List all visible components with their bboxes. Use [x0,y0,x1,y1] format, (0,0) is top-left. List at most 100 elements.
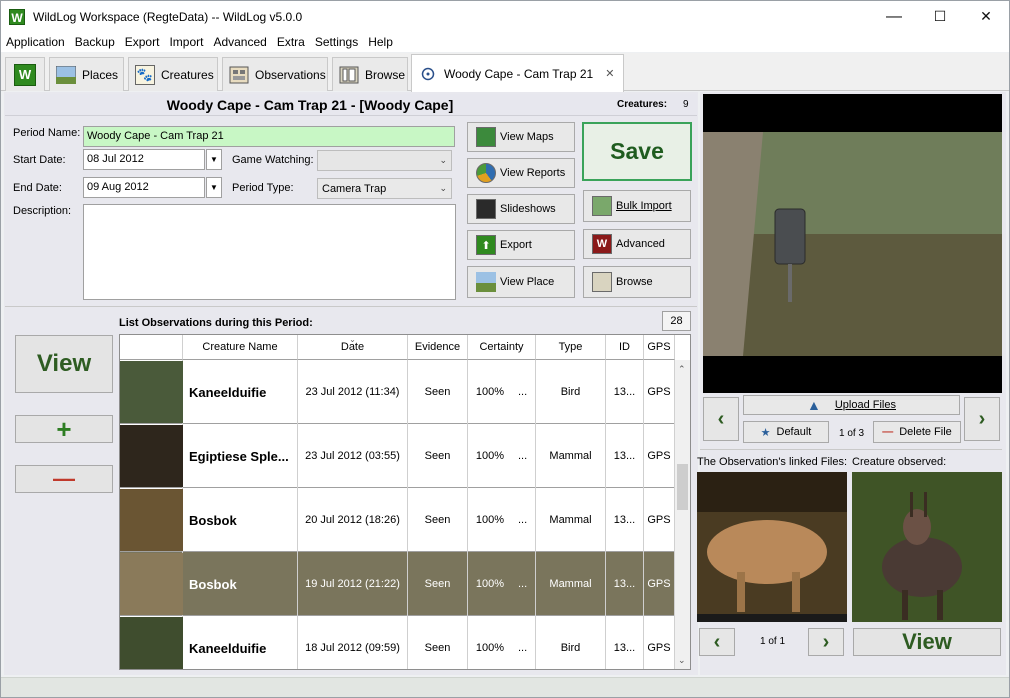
observation-thumbnail-image[interactable] [120,361,183,423]
column-header-creature[interactable]: Creature Name [183,335,298,360]
observation-thumbnail-image[interactable] [120,489,183,551]
menu-backup[interactable]: Backup [70,35,120,49]
observation-thumbnail-image[interactable] [120,553,183,615]
column-header-thumbnail[interactable] [120,335,183,360]
menu-application[interactable]: Application [1,35,70,49]
table-scrollbar[interactable]: ⌃ ⌄ [674,360,690,669]
creature-photo [852,472,1002,622]
view-creature-button[interactable]: View [853,628,1001,656]
film-icon [476,199,496,219]
chevron-down-icon: ⌄ [439,155,447,165]
description-textarea[interactable] [83,204,456,300]
column-header-gps[interactable]: GPS [644,335,675,360]
bulk-import-button[interactable]: Bulk Import [583,190,691,222]
view-maps-button[interactable]: View Maps [467,122,575,152]
creatures-count-value: 9 [683,99,689,110]
row-evidence: Seen [408,552,468,616]
bushbuck-photo [852,472,1002,622]
tab-home[interactable]: W [5,57,45,91]
end-date-field[interactable]: 09 Aug 2012 [83,177,205,198]
delete-observation-button[interactable]: — [15,465,113,493]
start-date-field[interactable]: 08 Jul 2012 [83,149,205,170]
tab-creatures[interactable]: 🐾 Creatures [128,57,218,91]
export-label: Export [500,239,532,251]
tab-period[interactable]: Woody Cape - Cam Trap 21 ✕ [411,54,624,92]
row-date: 19 Jul 2012 (21:22) [298,552,408,616]
scroll-up-icon[interactable]: ⌃ [678,364,686,375]
view-observation-button[interactable]: View [15,335,113,393]
row-certainty-more: ... [517,514,528,526]
tab-period-label: Woody Cape - Cam Trap 21 [444,66,594,81]
default-file-button[interactable]: ★ Default [743,421,829,443]
tab-close-icon[interactable]: ✕ [605,67,614,80]
period-name-field[interactable]: Woody Cape - Cam Trap 21 [83,126,455,147]
previous-observation-file-button[interactable]: ‹ [699,628,735,656]
close-button[interactable]: ✕ [963,1,1009,32]
start-date-picker-icon[interactable]: ▼ [206,149,222,170]
advanced-button[interactable]: W Advanced [583,229,691,259]
period-type-select[interactable]: Camera Trap ⌄ [317,178,452,199]
row-certainty-more: ... [517,578,528,590]
menu-settings[interactable]: Settings [310,35,363,49]
observation-thumbnail-image[interactable] [120,425,183,487]
minimize-button[interactable]: — [871,1,917,32]
table-row[interactable]: Egiptiese Sple... 23 Jul 2012 (03:55) Seen… [120,424,675,488]
save-button[interactable]: Save [582,122,692,181]
window-controls: — ☐ ✕ [871,1,1009,32]
browse-button[interactable]: Browse [583,266,691,298]
period-photo [703,94,1002,393]
tab-browse[interactable]: Browse [332,57,408,91]
tab-observations[interactable]: Observations [222,57,328,91]
bulk-import-label: Bulk Import [616,200,672,212]
add-observation-button[interactable]: + [15,414,113,444]
row-type: Mammal [536,424,606,488]
column-header-evidence[interactable]: Evidence [408,335,468,360]
column-header-id[interactable]: ID [606,335,644,360]
table-row[interactable]: Kaneelduifie 18 Jul 2012 (09:59) Seen 100%.… [120,616,675,669]
previous-file-button[interactable]: ‹ [703,397,739,441]
upload-files-button[interactable]: ▲ Upload Files [743,395,960,415]
delete-file-button[interactable]: — Delete File [873,421,961,443]
period-icon [418,64,438,84]
end-date-picker-icon[interactable]: ▼ [206,177,222,198]
tab-browse-label: Browse [365,67,406,82]
menu-import[interactable]: Import [164,35,208,49]
game-watching-select[interactable]: ⌄ [317,150,452,171]
browse-label: Browse [616,276,653,288]
next-file-button[interactable]: › [964,397,1000,441]
observation-photo [697,472,847,622]
view-reports-button[interactable]: View Reports [467,158,575,188]
menu-help[interactable]: Help [363,35,398,49]
row-certainty-more: ... [517,450,528,462]
export-button[interactable]: ⬆ Export [467,230,575,260]
row-gps: GPS [644,360,675,424]
column-header-type[interactable]: Type [536,335,606,360]
upload-icon: ▲ [807,397,821,413]
creatures-count-label: Creatures: [617,99,668,110]
maximize-button[interactable]: ☐ [917,1,963,32]
slideshows-button[interactable]: Slideshows [467,194,575,224]
row-name: Kaneelduifie [183,360,298,424]
view-place-button[interactable]: View Place [467,266,575,298]
scroll-down-icon[interactable]: ⌄ [678,655,686,666]
row-name: Egiptiese Sple... [183,424,298,488]
menu-advanced[interactable]: Advanced [208,35,271,49]
menu-extra[interactable]: Extra [272,35,310,49]
column-header-date[interactable]: Date ⌄ [298,335,408,360]
row-id: 13... [606,360,644,424]
column-header-certainty[interactable]: Certainty [468,335,536,360]
menu-export[interactable]: Export [120,35,165,49]
row-date: 20 Jul 2012 (18:26) [298,488,408,552]
table-row[interactable]: Bosbok 20 Jul 2012 (18:26) Seen 100%... Mamm… [120,488,675,552]
window-title: WildLog Workspace (RegteData) -- WildLog… [33,9,303,24]
next-observation-file-button[interactable]: › [808,628,844,656]
period-header: Woody Cape - Cam Trap 21 - [Woody Cape] … [5,94,697,116]
place-icon [476,272,496,292]
row-thumbnail [120,616,183,669]
observation-thumbnail-image[interactable] [120,617,183,669]
tab-places[interactable]: Places [49,57,124,91]
table-row[interactable]: Kaneelduifie 23 Jul 2012 (11:34) Seen 100%.… [120,360,675,424]
end-date-label: End Date: [13,182,62,194]
table-row[interactable]: Bosbok 19 Jul 2012 (21:22) Seen 100%... Mamm… [120,552,675,616]
scroll-thumb[interactable] [677,464,688,510]
